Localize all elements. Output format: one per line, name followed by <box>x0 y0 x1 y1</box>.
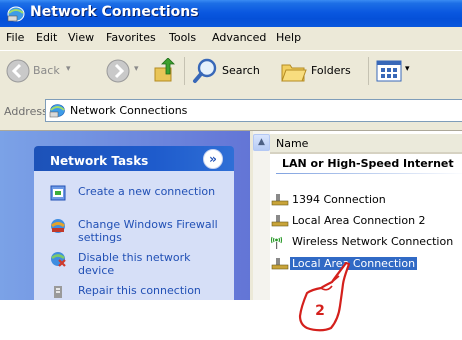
explorer-window: Network Connections File Edit View Favor… <box>0 0 462 300</box>
task-label[interactable]: Change Windows Firewall settings <box>78 218 228 244</box>
menu-help[interactable]: Help <box>276 31 301 44</box>
search-magnifier-icon <box>193 58 217 83</box>
network-tasks-panel: Network Tasks » Create a new connection … <box>34 146 234 300</box>
folders-icon <box>281 64 307 82</box>
network-plug-icon <box>271 258 289 270</box>
network-tasks-title: Network Tasks <box>50 154 149 168</box>
pointing-hand-icon: 2 <box>298 262 351 332</box>
connection-label: Local Area Connection 2 <box>292 214 426 227</box>
task-label[interactable]: Create a new connection <box>78 185 228 198</box>
column-header-name[interactable]: Name <box>270 134 462 154</box>
views-grid-icon <box>376 60 402 82</box>
vertical-scrollbar[interactable]: ▲ <box>253 131 270 300</box>
toolbar-separator <box>184 57 185 85</box>
forward-button[interactable]: ▾ <box>104 51 142 91</box>
column-name-label: Name <box>276 137 309 150</box>
network-connections-icon <box>7 6 25 22</box>
menu-bar: File Edit View Favorites Tools Advanced … <box>0 27 462 50</box>
menu-advanced[interactable]: Advanced <box>212 31 266 44</box>
search-button[interactable]: Search <box>188 51 272 91</box>
views-button[interactable]: ▾ <box>372 51 422 91</box>
menu-edit[interactable]: Edit <box>36 31 57 44</box>
network-plug-icon <box>271 215 289 227</box>
repair-icon <box>54 286 62 298</box>
back-dropdown-icon[interactable]: ▾ <box>66 64 71 74</box>
back-label: Back <box>33 64 60 77</box>
menu-favorites[interactable]: Favorites <box>106 31 156 44</box>
address-label: Address <box>4 105 48 118</box>
wireless-icon <box>270 236 283 249</box>
connection-label: Wireless Network Connection <box>292 235 454 248</box>
menu-file[interactable]: File <box>6 31 24 44</box>
forward-arrow-icon <box>106 59 130 83</box>
folders-label: Folders <box>311 64 351 77</box>
group-divider <box>276 173 462 174</box>
network-connections-icon <box>49 104 65 118</box>
search-label: Search <box>222 64 260 77</box>
views-dropdown-icon[interactable]: ▾ <box>405 64 410 74</box>
address-bar: Address Network Connections <box>0 92 462 131</box>
list-item[interactable]: Local Area Connection 2 <box>270 213 462 230</box>
toolbar: Back ▾ ▾ Search Folders ▾ <box>0 50 462 93</box>
address-field[interactable]: Network Connections <box>45 99 462 122</box>
collapse-chevron-icon[interactable]: » <box>203 149 223 169</box>
folders-button[interactable]: Folders <box>276 51 362 91</box>
network-tasks-header[interactable]: Network Tasks » <box>34 146 234 171</box>
step-number: 2 <box>315 303 325 319</box>
address-value: Network Connections <box>70 104 188 117</box>
disable-device-icon <box>51 252 66 267</box>
task-label[interactable]: Repair this connection <box>78 284 228 297</box>
menu-tools[interactable]: Tools <box>169 31 196 44</box>
menu-view[interactable]: View <box>68 31 94 44</box>
scroll-up-arrow-icon[interactable]: ▲ <box>253 134 270 151</box>
network-plug-icon <box>271 194 289 206</box>
list-item[interactable]: 1394 Connection <box>270 192 462 209</box>
up-folder-button[interactable] <box>150 51 178 91</box>
back-arrow-icon <box>6 59 30 83</box>
group-heading: LAN or High-Speed Internet <box>282 157 454 170</box>
network-tasks-list: Create a new connection Change Windows F… <box>34 171 234 300</box>
connection-label: 1394 Connection <box>292 193 386 206</box>
firewall-icon <box>51 219 65 233</box>
window-title: Network Connections <box>30 4 199 20</box>
task-label[interactable]: Disable this network device <box>78 251 228 277</box>
toolbar-separator <box>368 57 369 85</box>
title-bar[interactable]: Network Connections <box>0 0 462 27</box>
back-button[interactable]: Back ▾ <box>4 51 99 91</box>
list-item[interactable]: Wireless Network Connection <box>270 234 462 251</box>
up-folder-icon <box>154 58 175 82</box>
forward-dropdown-icon[interactable]: ▾ <box>134 64 139 74</box>
new-connection-icon <box>50 185 66 201</box>
